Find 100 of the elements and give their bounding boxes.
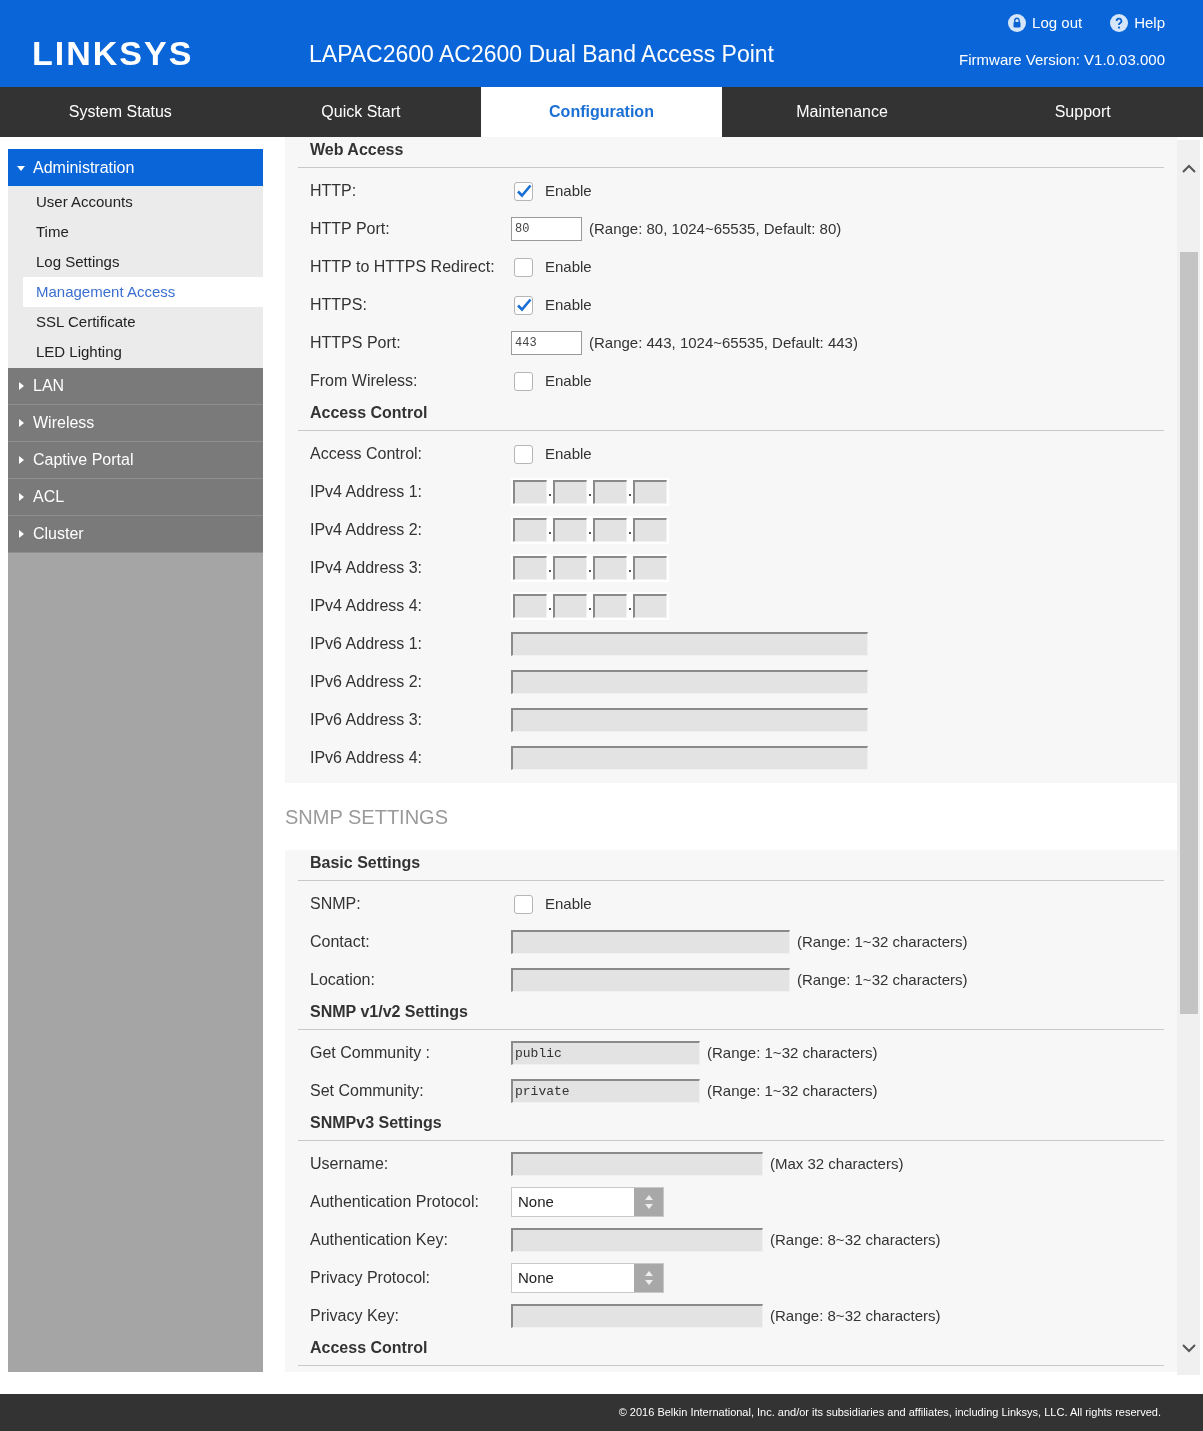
range-hint: (Range: 1~32 characters) xyxy=(707,1042,878,1063)
caret-right-icon xyxy=(17,382,25,390)
range-hint: (Range: 443, 1024~65535, Default: 443) xyxy=(589,332,858,353)
select-dropdown[interactable]: None xyxy=(511,1263,664,1293)
text-field[interactable] xyxy=(511,930,790,954)
range-hint: (Range: 1~32 characters) xyxy=(797,969,968,990)
octet-field[interactable] xyxy=(513,518,547,542)
octet-field[interactable] xyxy=(553,480,587,504)
caret-right-icon xyxy=(17,493,25,501)
checkbox[interactable] xyxy=(514,894,533,914)
octet-field[interactable] xyxy=(593,518,627,542)
group-title: Access Control xyxy=(309,403,428,423)
text-field[interactable] xyxy=(511,1228,763,1252)
help-icon xyxy=(1110,14,1129,33)
ipv6-field[interactable] xyxy=(511,670,868,694)
octet-field[interactable] xyxy=(633,480,667,504)
field-label: Access Control: xyxy=(310,444,424,464)
text-field[interactable]: private xyxy=(511,1079,700,1103)
octet-field[interactable] xyxy=(513,556,547,580)
checkbox[interactable] xyxy=(514,371,533,391)
field-label: IPv6 Address 3: xyxy=(310,710,424,730)
octet-field[interactable] xyxy=(513,480,547,504)
checkbox[interactable] xyxy=(514,181,533,201)
field-label: IPv4 Address 3: xyxy=(310,558,424,578)
text-field[interactable]: public xyxy=(511,1041,700,1065)
nav-tab[interactable]: Configuration xyxy=(481,87,722,137)
port-field[interactable]: 80 xyxy=(511,217,582,241)
octet-field[interactable] xyxy=(633,518,667,542)
octet-field[interactable] xyxy=(593,594,627,618)
group-title: SNMP v1/v2 Settings xyxy=(309,1002,468,1022)
enable-label: Enable xyxy=(545,180,592,201)
section-heading: SNMP SETTINGS xyxy=(285,804,449,830)
ipv6-field[interactable] xyxy=(511,632,868,656)
product-title: LAPAC2600 AC2600 Dual Band Access Point xyxy=(309,39,775,69)
sidebar-section[interactable]: LAN xyxy=(8,368,263,405)
octet-field[interactable] xyxy=(553,556,587,580)
field-label: IPv4 Address 1: xyxy=(310,482,424,502)
group-title: Basic Settings xyxy=(309,853,421,873)
checkbox[interactable] xyxy=(514,444,533,464)
stepper-arrows-icon xyxy=(643,1194,654,1210)
checkbox[interactable] xyxy=(514,295,533,315)
text-field[interactable] xyxy=(511,968,790,992)
sidebar-section[interactable]: ACL xyxy=(8,479,263,516)
field-label: HTTP to HTTPS Redirect: xyxy=(310,257,496,277)
octet-field[interactable] xyxy=(513,594,547,618)
sidebar-item[interactable]: Management Access xyxy=(23,277,263,307)
lock-icon xyxy=(1008,14,1027,33)
sidebar-section[interactable]: Cluster xyxy=(8,516,263,553)
sidebar-item[interactable]: SSL Certificate xyxy=(23,307,263,337)
sidebar-item[interactable]: LED Lighting xyxy=(23,337,263,367)
scrollbar-thumb[interactable] xyxy=(1179,252,1198,1014)
scrollbar[interactable] xyxy=(1177,140,1200,1375)
octet-field[interactable] xyxy=(593,556,627,580)
field-label: From Wireless: xyxy=(310,371,419,391)
range-hint: (Range: 8~32 characters) xyxy=(770,1229,941,1250)
header-link[interactable]: Log out xyxy=(1008,12,1083,35)
field-label: Username: xyxy=(310,1154,390,1174)
field-label: Contact: xyxy=(310,932,371,952)
field-label: HTTP Port: xyxy=(310,219,391,239)
octet-field[interactable] xyxy=(553,594,587,618)
port-field[interactable]: 443 xyxy=(511,331,582,355)
select-dropdown[interactable]: None xyxy=(511,1187,664,1217)
sidebar-section[interactable]: Administration xyxy=(8,149,263,186)
enable-label: Enable xyxy=(545,370,592,391)
field-label: IPv6 Address 2: xyxy=(310,672,424,692)
field-label: SNMP: xyxy=(310,894,362,914)
sidebar-item[interactable]: Time xyxy=(23,217,263,247)
group-title: Web Access xyxy=(309,140,404,160)
field-label: IPv4 Address 2: xyxy=(310,520,424,540)
enable-label: Enable xyxy=(545,893,592,914)
octet-field[interactable] xyxy=(593,480,627,504)
ipv6-field[interactable] xyxy=(511,708,868,732)
chevron-up-icon xyxy=(1181,164,1196,173)
field-label: Authentication Key: xyxy=(310,1230,449,1250)
enable-label: Enable xyxy=(545,294,592,315)
ipv6-field[interactable] xyxy=(511,746,868,770)
group-title: Access Control xyxy=(309,1338,428,1358)
checkbox[interactable] xyxy=(514,257,533,277)
sidebar-item[interactable]: Log Settings xyxy=(23,247,263,277)
field-label: Set Community: xyxy=(310,1081,425,1101)
text-field[interactable] xyxy=(511,1152,763,1176)
header-link[interactable]: Help xyxy=(1110,12,1165,35)
sidebar-section[interactable]: Wireless xyxy=(8,405,263,442)
field-label: Privacy Protocol: xyxy=(310,1268,432,1288)
text-field[interactable] xyxy=(511,1304,763,1328)
range-hint: (Range: 1~32 characters) xyxy=(797,931,968,952)
octet-field[interactable] xyxy=(553,518,587,542)
enable-label: Enable xyxy=(545,443,592,464)
group-title: SNMPv3 Settings xyxy=(309,1113,442,1133)
sidebar-section[interactable]: Captive Portal xyxy=(8,442,263,479)
field-label: Privacy Key: xyxy=(310,1306,400,1326)
stepper-arrows-icon xyxy=(643,1270,654,1286)
field-label: IPv6 Address 4: xyxy=(310,748,424,768)
range-hint: (Range: 8~32 characters) xyxy=(770,1305,941,1326)
octet-field[interactable] xyxy=(633,594,667,618)
field-label: HTTPS: xyxy=(310,295,368,315)
field-label: HTTP: xyxy=(310,181,358,201)
caret-right-icon xyxy=(17,456,25,464)
octet-field[interactable] xyxy=(633,556,667,580)
sidebar-item[interactable]: User Accounts xyxy=(23,187,263,217)
